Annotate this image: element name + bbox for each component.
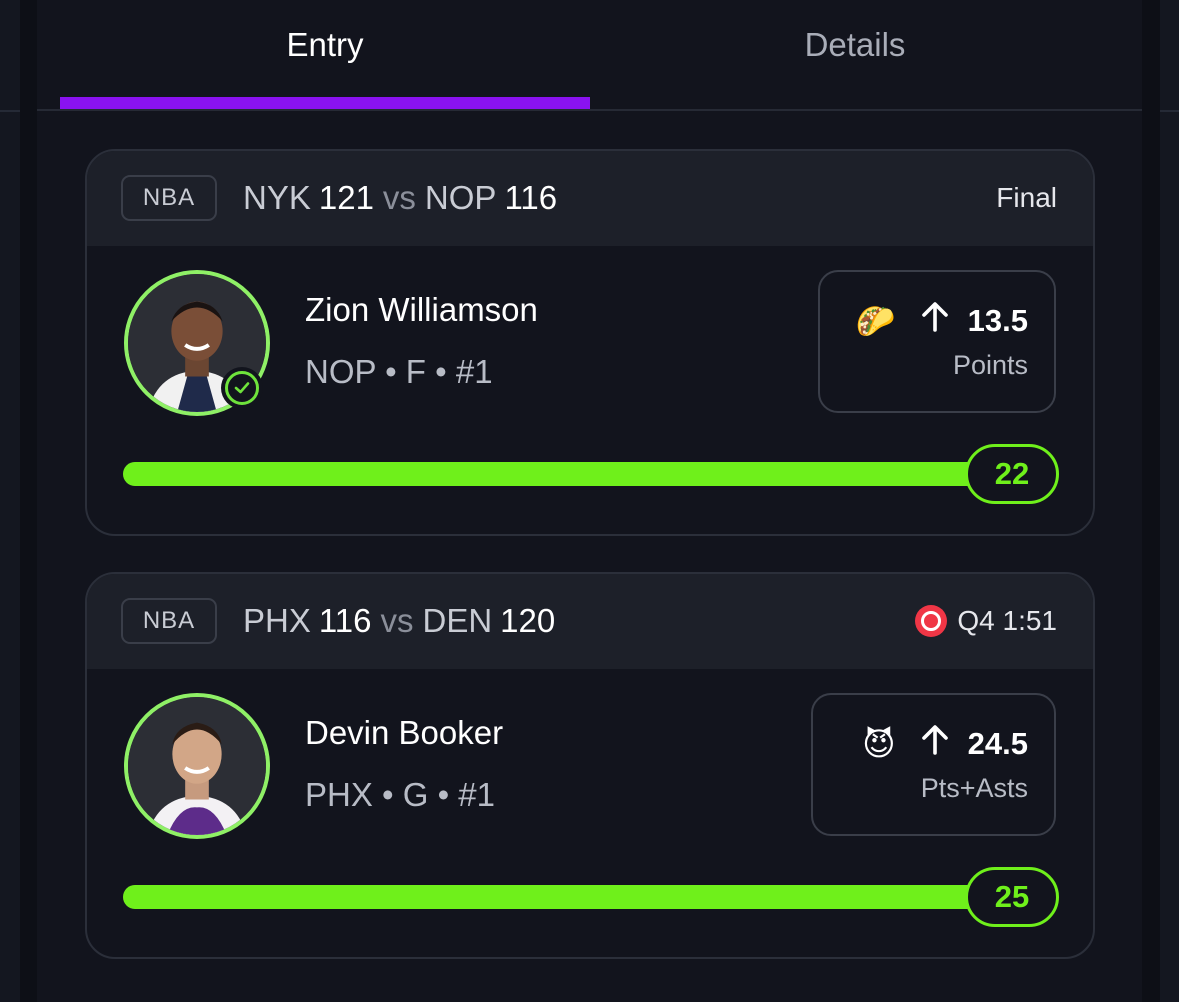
matchup-score: NYK 121 vs NOP 116	[243, 176, 557, 220]
away-score: 116	[318, 602, 372, 639]
progress-fill	[123, 462, 1023, 486]
pick-line-box[interactable]: 😈 24.5 Pts+Asts	[811, 693, 1056, 836]
progress-bar	[123, 885, 1023, 909]
tab-bar: Entry Details	[37, 0, 1142, 112]
game-status: Final	[996, 176, 1057, 220]
pick-stat-label: Pts+Asts	[920, 773, 1028, 803]
league-badge: NBA	[121, 598, 217, 644]
league-badge: NBA	[121, 175, 217, 221]
pick-line-value: 24.5	[967, 726, 1028, 761]
away-score: 121	[318, 179, 374, 216]
vs-label: vs	[382, 179, 416, 216]
pick-card[interactable]: NBA PHX 116 vs DEN 120 Q4 1:51 Devin Boo…	[85, 572, 1095, 959]
home-team: DEN	[422, 602, 493, 639]
devil-icon: 😈	[862, 726, 896, 762]
game-header: NBA NYK 121 vs NOP 116 Final	[87, 151, 1093, 246]
home-score: 120	[500, 602, 556, 639]
actual-value-pill: 22	[965, 444, 1059, 504]
left-gutter	[0, 0, 20, 1002]
player-name: Zion Williamson	[305, 291, 538, 328]
player-headshot	[128, 697, 266, 835]
game-status-text: Q4 1:51	[957, 605, 1057, 636]
progress-bar	[123, 462, 1023, 486]
home-team: NOP	[424, 179, 497, 216]
tab-details[interactable]: Details	[590, 0, 1120, 100]
pick-line-value: 13.5	[967, 303, 1028, 338]
player-meta: PHX • G • #1	[305, 776, 496, 813]
check-icon	[221, 367, 263, 409]
pick-card[interactable]: NBA NYK 121 vs NOP 116 Final Zion Willia…	[85, 149, 1095, 536]
game-status-text: Final	[996, 182, 1057, 213]
live-indicator-icon	[915, 605, 948, 637]
away-team: PHX	[243, 602, 311, 639]
pick-line-box[interactable]: 🌮 13.5 Points	[818, 270, 1056, 413]
home-score: 116	[504, 179, 558, 216]
active-tab-indicator	[60, 97, 590, 109]
matchup-score: PHX 116 vs DEN 120	[243, 599, 555, 643]
right-gutter	[1160, 0, 1179, 1002]
progress-fill	[123, 885, 1023, 909]
player-avatar	[124, 693, 270, 839]
game-status: Q4 1:51	[915, 599, 1057, 643]
up-arrow-icon	[918, 300, 952, 342]
tab-entry[interactable]: Entry	[60, 0, 590, 100]
screen: Entry Details NBA NYK 121 vs NOP 116 Fin…	[0, 0, 1179, 1002]
pick-line-row: 🌮 13.5	[856, 300, 1028, 342]
entry-panel: Entry Details NBA NYK 121 vs NOP 116 Fin…	[37, 0, 1142, 1002]
pick-line-row: 😈 24.5	[862, 723, 1028, 765]
player-meta: NOP • F • #1	[305, 353, 493, 390]
actual-value-pill: 25	[965, 867, 1059, 927]
pick-stat-label: Points	[952, 350, 1028, 380]
tab-divider	[37, 109, 1142, 111]
game-header: NBA PHX 116 vs DEN 120 Q4 1:51	[87, 574, 1093, 669]
player-name: Devin Booker	[305, 714, 504, 751]
up-arrow-icon	[918, 723, 952, 765]
vs-label: vs	[380, 602, 414, 639]
taco-icon: 🌮	[855, 303, 896, 339]
away-team: NYK	[243, 179, 311, 216]
